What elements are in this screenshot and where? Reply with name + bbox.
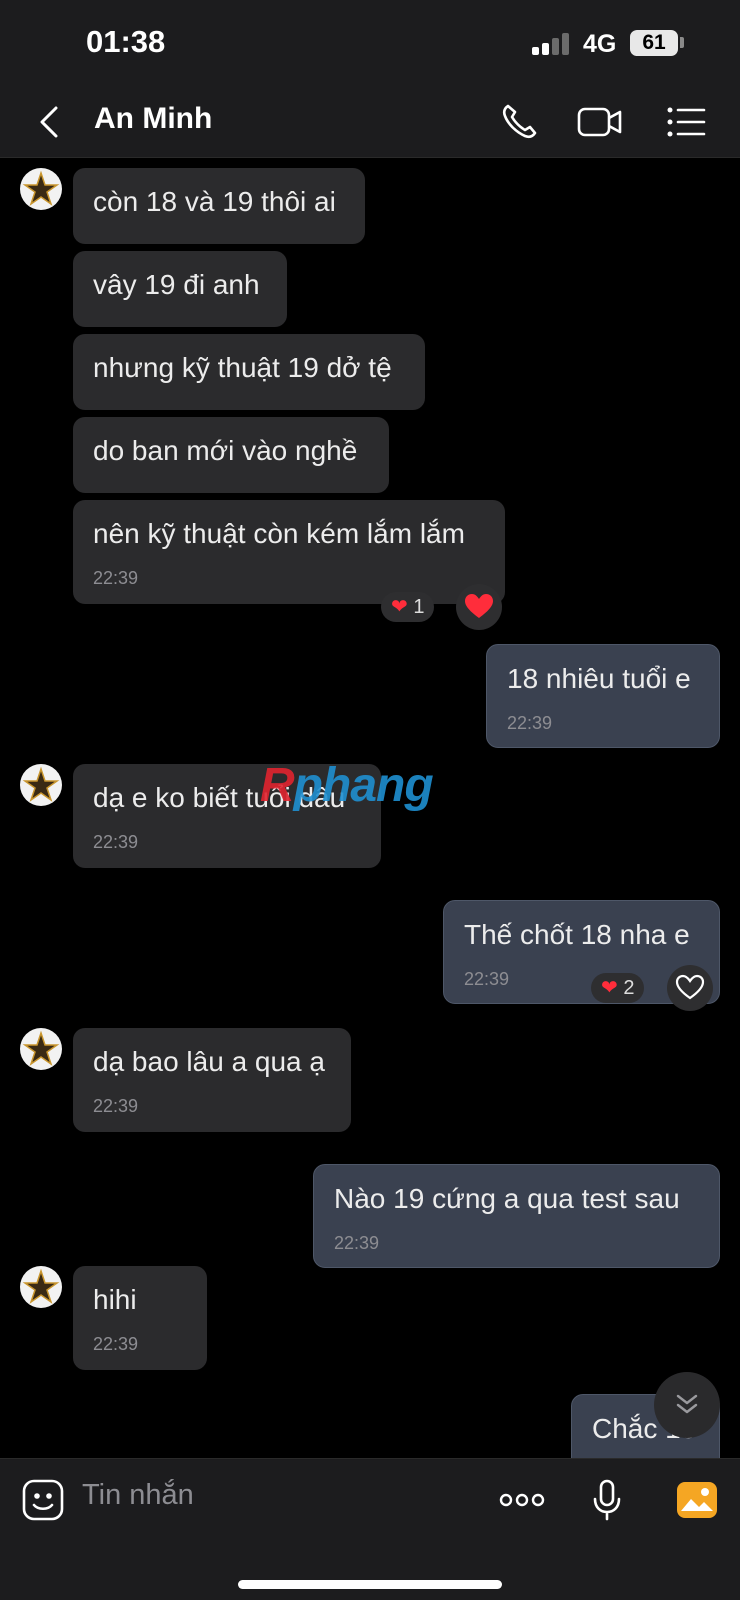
back-button[interactable] [30,100,74,144]
react-button[interactable] [667,965,713,1011]
video-camera-icon [577,107,622,137]
message-bubble[interactable]: còn 18 và 19 thôi ai [73,168,365,244]
heart-icon: ❤ [601,977,618,999]
chat-header: An Minh [0,86,740,158]
reaction-summary[interactable]: ❤ 2 [591,973,645,1003]
watermark-logo: Rphang [260,758,434,813]
phone-icon [502,104,537,139]
battery-icon: 61 [630,30,678,56]
voice-message-button[interactable] [584,1477,630,1523]
status-time: 01:38 [86,24,166,59]
reaction-summary[interactable]: ❤ 1 [381,592,435,622]
message-text: hihi [93,1284,137,1315]
heart-filled-icon [465,594,493,618]
avatar[interactable] [20,1028,62,1070]
menu-button[interactable] [664,98,712,146]
message-bubble[interactable]: Nào 19 cứng a qua test sau 22:39 [313,1164,720,1268]
message-time: 22:39 [507,713,553,733]
star-logo-icon [22,1268,60,1304]
message-text: nên kỹ thuật còn kém lắm lắm [93,518,465,549]
more-options-button[interactable] [498,1477,546,1523]
message-bubble[interactable]: nên kỹ thuật còn kém lắm lắm 22:39 [73,500,505,604]
message-text: 18 nhiêu tuổi e [507,663,691,694]
message-time: 22:39 [464,969,510,989]
message-text: Thế chốt 18 nha e [464,919,690,950]
composer-bar: Tin nhắn [0,1458,740,1600]
scroll-to-bottom-button[interactable] [654,1372,720,1438]
smiley-sticker-icon [22,1479,64,1521]
message-text: Nào 19 cứng a qua test sau [334,1183,680,1214]
chevron-left-icon [40,106,58,138]
message-bubble[interactable]: hihi 22:39 [73,1266,207,1370]
message-text: do ban mới vào nghề [93,435,358,466]
network-type: 4G [583,30,617,58]
signal-icon [532,33,572,55]
more-dots-icon [499,1493,545,1507]
reaction-count: 1 [413,596,425,618]
video-call-button[interactable] [576,98,624,146]
message-bubble[interactable]: 18 nhiêu tuổi e 22:39 [486,644,720,748]
heart-outline-icon [675,974,705,1000]
star-logo-icon [22,766,60,802]
message-bubble[interactable]: nhưng kỹ thuật 19 dở tệ [73,334,425,410]
battery-tip [680,37,684,48]
avatar[interactable] [20,1266,62,1308]
watermark-part1: R [260,759,295,812]
watermark-part2: phang [293,759,434,812]
message-text: nhưng kỹ thuật 19 dở tệ [93,352,392,383]
message-time: 22:39 [93,568,139,588]
image-gallery-icon [677,1482,717,1518]
message-input[interactable]: Tin nhắn [82,1479,194,1512]
avatar[interactable] [20,764,62,806]
voice-call-button[interactable] [496,98,544,146]
message-text: còn 18 và 19 thôi ai [93,186,336,217]
home-indicator [238,1580,502,1589]
contact-name[interactable]: An Minh [94,102,212,136]
reaction-count: 2 [623,977,635,999]
message-time: 22:39 [93,1334,139,1354]
react-button[interactable] [456,584,502,630]
message-text: dạ bao lâu a qua ạ [93,1046,325,1077]
message-bubble[interactable]: dạ bao lâu a qua ạ 22:39 [73,1028,351,1132]
message-bubble[interactable]: do ban mới vào nghề [73,417,389,493]
message-bubble[interactable]: vây 19 đi anh [73,251,287,327]
avatar[interactable] [20,168,62,210]
star-logo-icon [22,170,60,206]
message-text: vây 19 đi anh [93,269,260,300]
sticker-button[interactable] [20,1477,66,1523]
status-bar: 01:38 4G 61 [0,0,740,86]
microphone-icon [593,1479,621,1521]
heart-icon: ❤ [391,596,408,618]
gallery-button[interactable] [674,1477,720,1523]
message-time: 22:39 [334,1233,380,1253]
star-logo-icon [22,1030,60,1066]
message-time: 22:39 [93,1096,139,1116]
double-chevron-down-icon [676,1394,698,1414]
message-time: 22:39 [93,832,139,852]
list-menu-icon [667,107,706,137]
